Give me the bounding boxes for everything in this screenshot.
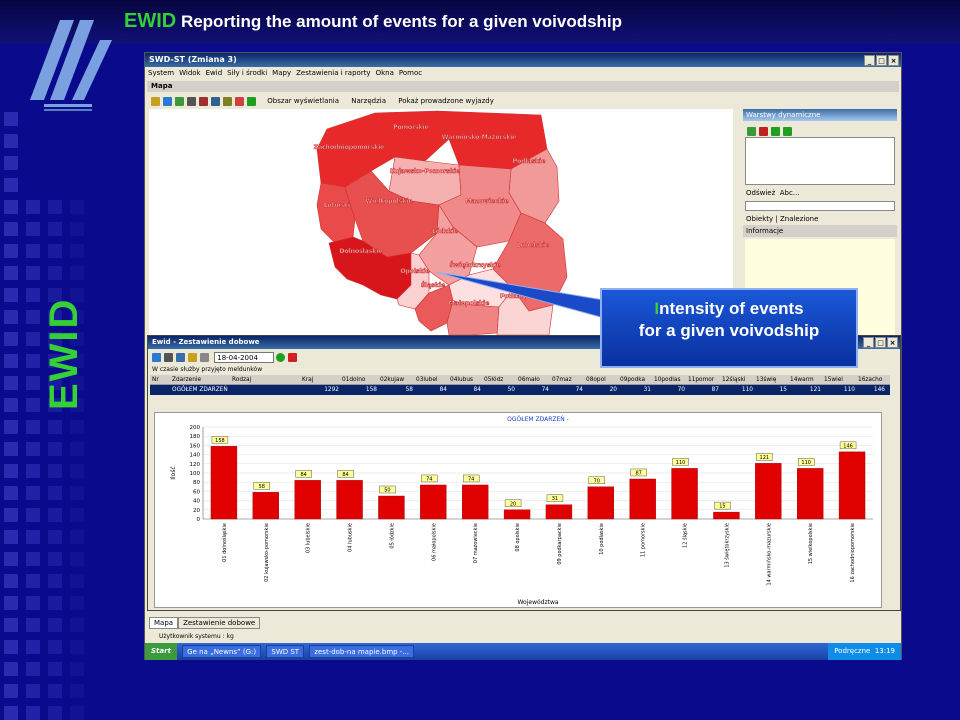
callout-line2: for a given voivodship bbox=[638, 321, 820, 340]
callout-line1: ntensity of events bbox=[659, 299, 804, 318]
intensity-callout: Intensity of events for a given voivodsh… bbox=[600, 288, 858, 368]
